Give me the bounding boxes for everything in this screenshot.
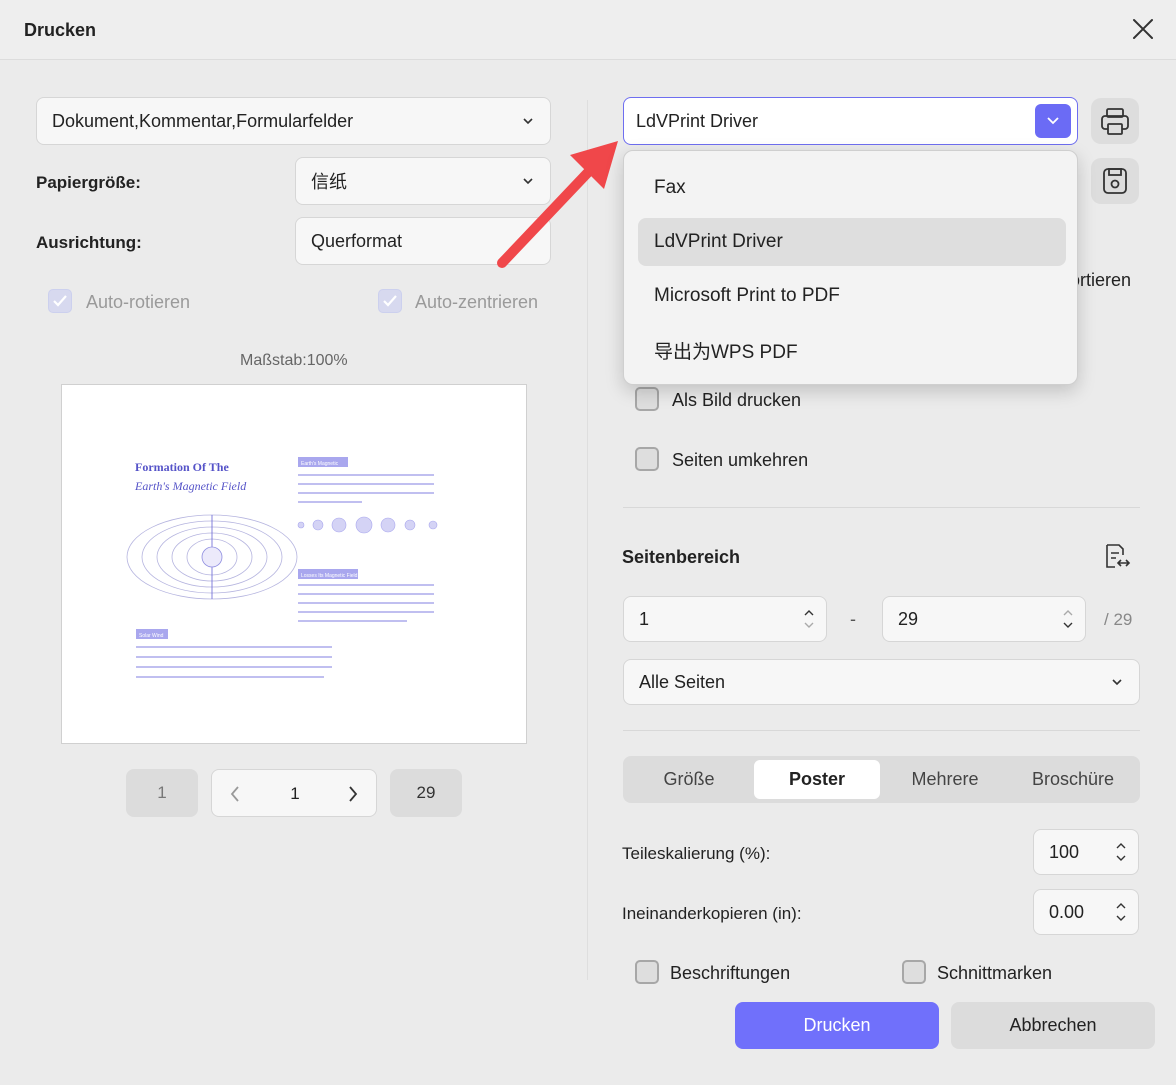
spin-arrows-icon[interactable] bbox=[802, 606, 816, 632]
tile-scale-value: 100 bbox=[1049, 841, 1080, 862]
labels-checkbox-label: Beschriftungen bbox=[670, 963, 791, 983]
page-total: / 29 bbox=[1104, 610, 1133, 629]
page-range-to-value: 29 bbox=[898, 608, 919, 629]
printer-select[interactable]: LdVPrint Driver bbox=[623, 97, 1078, 145]
chevron-down-icon bbox=[1047, 117, 1059, 125]
print-button[interactable]: Drucken bbox=[735, 1002, 939, 1049]
orientation-value: Querformat bbox=[311, 230, 403, 251]
save-settings-button[interactable] bbox=[1091, 158, 1139, 204]
paper-size-value: 信纸 bbox=[311, 172, 347, 192]
reverse-pages-label: Seiten umkehren bbox=[672, 450, 809, 470]
printer-dropdown-list: Fax LdVPrint Driver Microsoft Print to P… bbox=[623, 150, 1078, 385]
content-select[interactable]: Dokument,Kommentar,Formularfelder bbox=[36, 97, 551, 145]
printer-properties-button[interactable] bbox=[1091, 98, 1139, 144]
auto-center-label: Auto-zentrieren bbox=[415, 292, 539, 312]
print-as-image-checkbox[interactable] bbox=[635, 387, 659, 411]
page-range-to[interactable]: 29 bbox=[882, 596, 1086, 642]
auto-rotate-checkbox[interactable] bbox=[48, 289, 72, 313]
tile-scale-input[interactable]: 100 bbox=[1033, 829, 1139, 875]
tab-multiple[interactable]: Mehrere bbox=[882, 760, 1008, 799]
preview-title-2: Earth's Magnetic Field bbox=[134, 479, 247, 493]
preview-title-1: Formation Of The bbox=[135, 460, 229, 474]
page-subset-value: Alle Seiten bbox=[639, 671, 726, 692]
printer-icon bbox=[1101, 108, 1129, 135]
preview-tag-1: Earth's Magnetic bbox=[301, 461, 339, 467]
page-navigator: 1 bbox=[211, 769, 377, 817]
panel-divider bbox=[587, 100, 588, 980]
dialog-title: Drucken bbox=[24, 20, 97, 40]
print-as-image-label: Als Bild drucken bbox=[672, 390, 802, 410]
save-icon bbox=[1103, 168, 1127, 194]
section-divider bbox=[623, 507, 1140, 508]
first-page-button[interactable]: 1 bbox=[126, 769, 198, 817]
printer-option-fax[interactable]: Fax bbox=[638, 164, 1066, 212]
overlap-label: Ineinanderkopieren (in): bbox=[622, 904, 802, 923]
labels-checkbox[interactable] bbox=[635, 960, 659, 984]
printer-option-wps-pdf[interactable]: 导出为WPS PDF bbox=[638, 326, 1066, 374]
last-page-button[interactable]: 29 bbox=[390, 769, 462, 817]
printer-option-ldvprint[interactable]: LdVPrint Driver bbox=[638, 218, 1066, 266]
tab-size[interactable]: Größe bbox=[626, 760, 752, 799]
tab-booklet[interactable]: Broschüre bbox=[1010, 760, 1136, 799]
chevron-down-icon bbox=[523, 118, 533, 125]
page-range-from[interactable]: 1 bbox=[623, 596, 827, 642]
printer-select-value: LdVPrint Driver bbox=[636, 110, 759, 131]
title-bar: Drucken bbox=[0, 0, 1176, 60]
reverse-pages-checkbox[interactable] bbox=[635, 447, 659, 471]
printer-option-ms-pdf[interactable]: Microsoft Print to PDF bbox=[638, 272, 1066, 320]
orientation-label: Ausrichtung: bbox=[36, 233, 142, 252]
paper-size-select[interactable]: 信纸 bbox=[295, 157, 551, 205]
page-subset-select[interactable]: Alle Seiten bbox=[623, 659, 1140, 705]
section-divider bbox=[623, 730, 1140, 731]
checkmark-icon bbox=[53, 295, 67, 307]
cancel-button[interactable]: Abbrechen bbox=[951, 1002, 1155, 1049]
layout-tabs: Größe Poster Mehrere Broschüre bbox=[623, 756, 1140, 803]
paper-size-label: Papiergröße: bbox=[36, 173, 141, 192]
checkmark-icon bbox=[383, 295, 397, 307]
swap-pages-icon[interactable] bbox=[1100, 540, 1132, 572]
overlap-input[interactable]: 0.00 bbox=[1033, 889, 1139, 935]
orientation-select[interactable]: Querformat bbox=[295, 217, 551, 265]
content-select-value: Dokument,Kommentar,Formularfelder bbox=[52, 110, 354, 131]
page-preview: Formation Of The Earth's Magnetic Field … bbox=[61, 384, 527, 744]
page-range-from-value: 1 bbox=[639, 608, 650, 629]
auto-center-checkbox[interactable] bbox=[378, 289, 402, 313]
auto-rotate-label: Auto-rotieren bbox=[86, 292, 191, 312]
preview-page-content: Formation Of The Earth's Magnetic Field … bbox=[126, 457, 438, 678]
spin-arrows-icon[interactable] bbox=[1114, 899, 1128, 925]
preview-tag-3: Solar Wind bbox=[139, 633, 164, 639]
close-icon[interactable] bbox=[1128, 14, 1158, 44]
preview-tag-2: Losses Its Magnetic Field bbox=[301, 573, 358, 579]
chevron-right-icon[interactable] bbox=[346, 785, 360, 803]
tab-poster[interactable]: Poster bbox=[754, 760, 880, 799]
chevron-down-icon bbox=[1112, 679, 1122, 686]
cut-marks-label: Schnittmarken bbox=[937, 963, 1053, 983]
spin-arrows-icon[interactable] bbox=[1061, 606, 1075, 632]
range-dash: - bbox=[850, 609, 856, 629]
hidden-option-label: ortieren bbox=[1070, 270, 1132, 290]
scale-label: Maßstab:100% bbox=[240, 352, 348, 369]
page-range-heading: Seitenbereich bbox=[622, 547, 741, 567]
cut-marks-checkbox[interactable] bbox=[902, 960, 926, 984]
spin-arrows-icon[interactable] bbox=[1114, 839, 1128, 865]
printer-dropdown-button[interactable] bbox=[1035, 104, 1071, 138]
chevron-down-icon bbox=[523, 178, 533, 185]
tile-scale-label: Teileskalierung (%): bbox=[622, 844, 771, 863]
overlap-value: 0.00 bbox=[1049, 901, 1085, 922]
